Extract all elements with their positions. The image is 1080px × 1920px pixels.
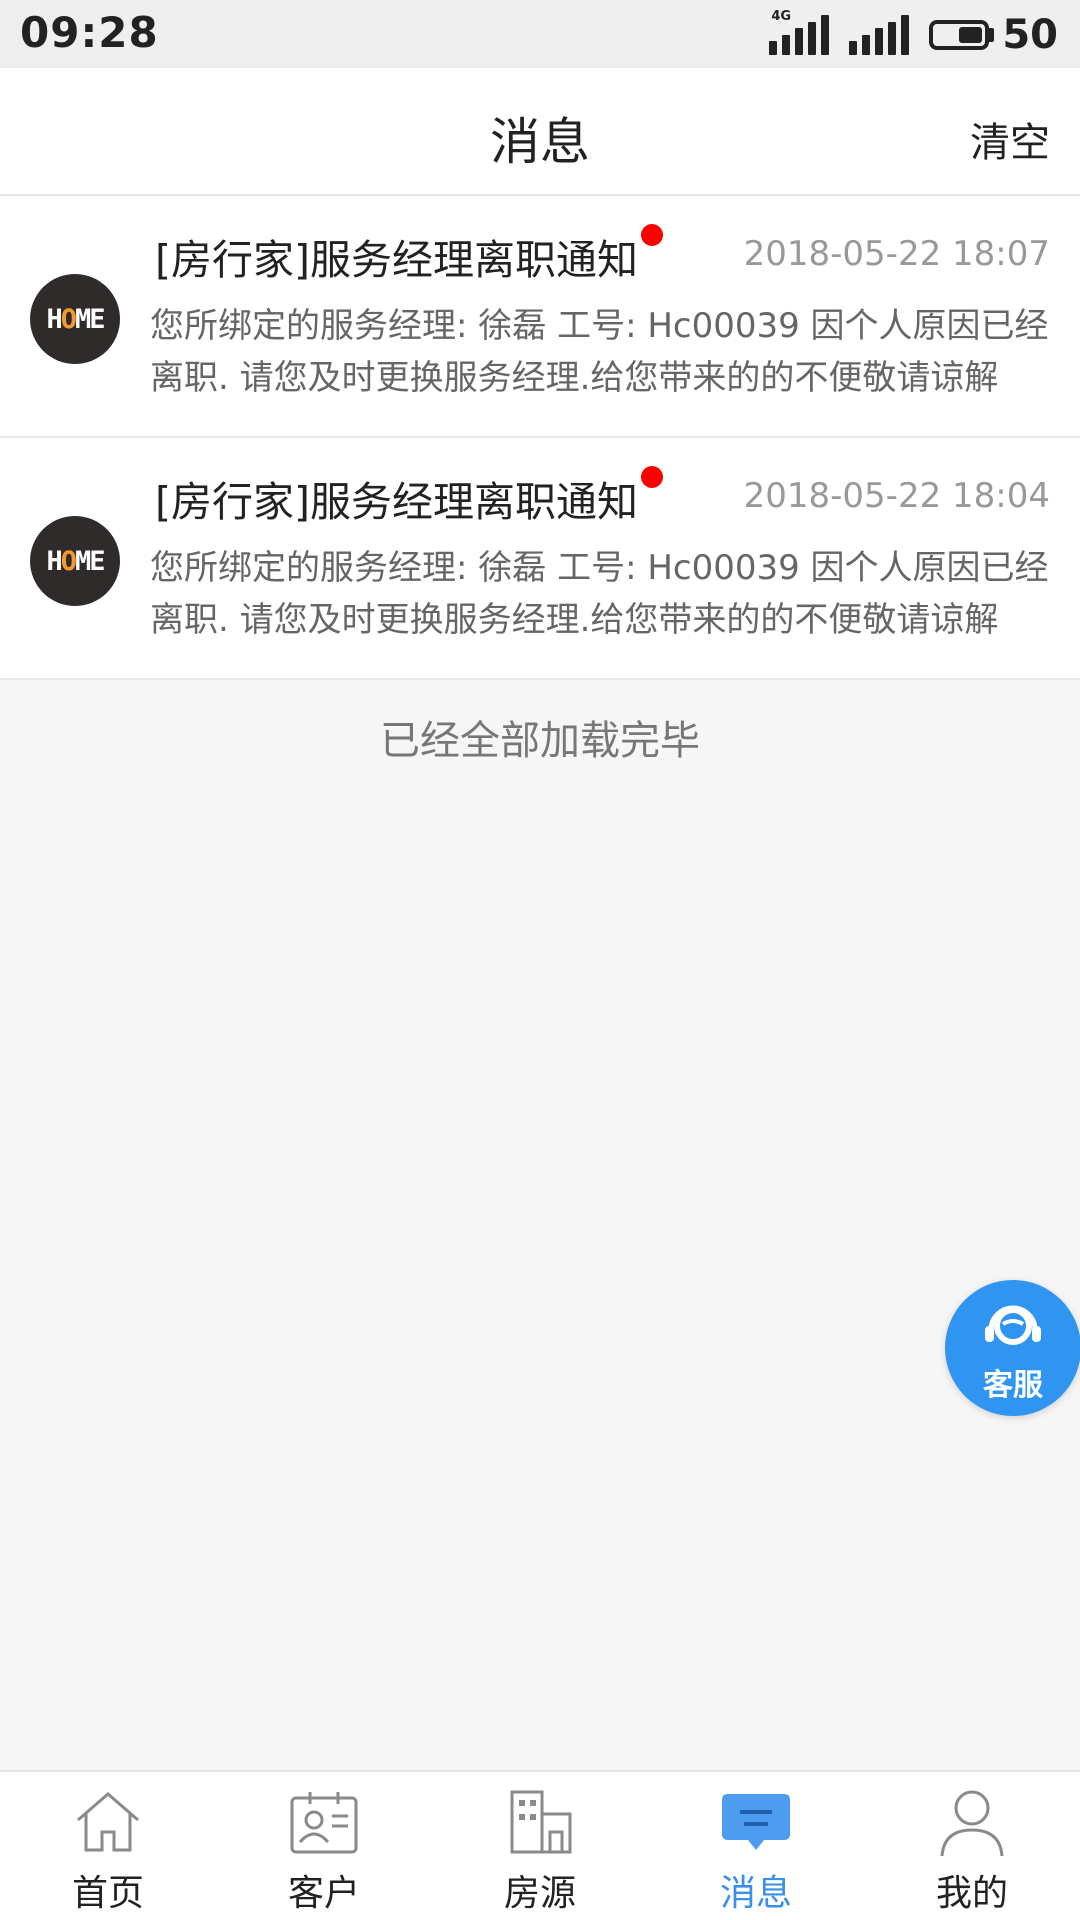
bottom-nav: 首页 客户 房源 消息 我的 bbox=[0, 1770, 1080, 1920]
customer-service-label: 客服 bbox=[983, 1368, 1043, 1403]
messages-screen: 09:28 4G 50 消息 清空 HOME [房行家]服务经理离职通知 201… bbox=[0, 0, 1080, 1920]
tab-label: 客户 bbox=[287, 1873, 360, 1914]
message-list: HOME [房行家]服务经理离职通知 2018-05-22 18:07 您所绑定… bbox=[0, 196, 1080, 680]
home-icon bbox=[77, 1792, 139, 1852]
avatar: HOME bbox=[30, 516, 120, 606]
tab-label: 首页 bbox=[71, 1873, 144, 1914]
message-item[interactable]: HOME [房行家]服务经理离职通知 2018-05-22 18:04 您所绑定… bbox=[0, 438, 1080, 680]
tab-label: 消息 bbox=[719, 1873, 792, 1914]
tab-profile[interactable]: 我的 bbox=[864, 1772, 1080, 1920]
building-icon bbox=[510, 1790, 572, 1854]
message-preview: 您所绑定的服务经理: 徐磊 工号: Hc00039 因个人原因已经离职. 请您及… bbox=[150, 548, 1049, 640]
clear-button[interactable]: 清空 bbox=[970, 110, 1050, 168]
tab-label: 我的 bbox=[935, 1873, 1008, 1914]
unread-dot-icon bbox=[641, 466, 663, 488]
headset-icon bbox=[985, 1305, 1041, 1345]
battery-level: 50 bbox=[1002, 12, 1058, 58]
user-icon bbox=[940, 1790, 1004, 1857]
network-type-label: 4G bbox=[771, 9, 792, 24]
signal-icon bbox=[849, 15, 911, 55]
message-time: 2018-05-22 18:07 bbox=[743, 234, 1050, 274]
list-end-text: 已经全部加载完毕 bbox=[380, 718, 700, 764]
avatar: HOME bbox=[30, 274, 120, 364]
home-logo-icon: HOME bbox=[46, 303, 105, 335]
top-bar: 消息 清空 bbox=[0, 68, 1080, 196]
tab-messages[interactable]: 消息 bbox=[648, 1772, 864, 1920]
tab-label: 房源 bbox=[503, 1873, 576, 1914]
tab-listings[interactable]: 房源 bbox=[432, 1772, 648, 1920]
message-preview: 您所绑定的服务经理: 徐磊 工号: Hc00039 因个人原因已经离职. 请您及… bbox=[150, 306, 1049, 398]
message-title: [房行家]服务经理离职通知 bbox=[155, 236, 638, 284]
status-icons: 4G 50 bbox=[769, 9, 1058, 60]
tab-home[interactable]: 首页 bbox=[0, 1772, 216, 1920]
status-bar: 09:28 4G 50 bbox=[0, 0, 1080, 68]
page-title: 消息 bbox=[490, 113, 590, 171]
message-icon bbox=[722, 1794, 790, 1850]
contact-card-icon bbox=[290, 1792, 358, 1854]
message-item[interactable]: HOME [房行家]服务经理离职通知 2018-05-22 18:07 您所绑定… bbox=[0, 196, 1080, 438]
battery-icon: 50 bbox=[929, 12, 1058, 58]
message-time: 2018-05-22 18:04 bbox=[743, 476, 1050, 516]
status-time: 09:28 bbox=[20, 8, 159, 57]
tab-customers[interactable]: 客户 bbox=[216, 1772, 432, 1920]
customer-service-button[interactable]: 客服 bbox=[945, 1280, 1080, 1416]
unread-dot-icon bbox=[641, 224, 663, 246]
home-logo-icon: HOME bbox=[46, 545, 105, 577]
signal-4g-icon: 4G bbox=[769, 9, 831, 55]
message-title: [房行家]服务经理离职通知 bbox=[155, 478, 638, 526]
